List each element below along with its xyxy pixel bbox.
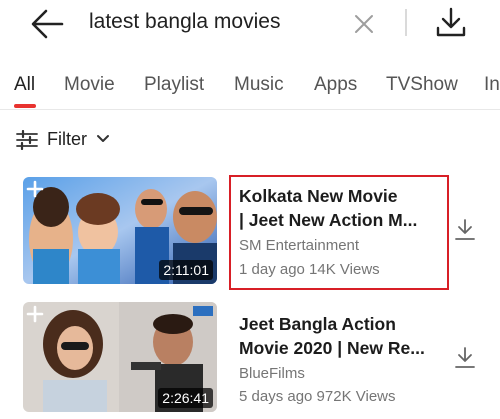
video-duration: 2:26:41 bbox=[158, 388, 213, 408]
tab-in[interactable]: In bbox=[484, 74, 500, 96]
filter-label: Filter bbox=[47, 129, 87, 149]
search-query-text[interactable]: latest bangla movies bbox=[89, 10, 280, 34]
tab-playlist[interactable]: Playlist bbox=[144, 74, 204, 96]
download-icon[interactable] bbox=[453, 346, 477, 370]
tab-music[interactable]: Music bbox=[234, 74, 284, 96]
tab-tvshow[interactable]: TVShow bbox=[386, 74, 458, 96]
video-thumbnail[interactable]: 2:11:01 bbox=[23, 177, 217, 284]
search-bar: latest bangla movies bbox=[0, 0, 500, 52]
downloads-icon[interactable] bbox=[434, 6, 468, 40]
add-to-playlist-icon[interactable] bbox=[25, 304, 45, 324]
video-title-line-2: Movie 2020 | New Re... bbox=[239, 338, 425, 358]
chevron-down-icon bbox=[97, 135, 109, 142]
video-duration: 2:11:01 bbox=[159, 260, 213, 280]
video-title-line-1: Kolkata New Movie bbox=[239, 186, 398, 206]
search-divider bbox=[405, 9, 407, 36]
video-title-line-2: | Jeet New Action M... bbox=[239, 210, 418, 230]
video-title-line-1: Jeet Bangla Action bbox=[239, 314, 396, 334]
clear-search-icon[interactable] bbox=[352, 12, 376, 36]
video-meta: 1 day ago 14K Views bbox=[239, 261, 380, 278]
back-arrow-icon[interactable] bbox=[28, 6, 66, 42]
tab-apps[interactable]: Apps bbox=[314, 74, 357, 96]
tab-all[interactable]: All bbox=[14, 74, 35, 96]
add-to-playlist-icon[interactable] bbox=[25, 179, 45, 199]
download-icon[interactable] bbox=[453, 218, 477, 242]
video-meta: 5 days ago 972K Views bbox=[239, 388, 396, 405]
category-tabs: All Movie Playlist Music Apps TVShow In bbox=[0, 64, 500, 110]
video-thumbnail[interactable]: 2:26:41 bbox=[23, 302, 217, 412]
sliders-icon bbox=[16, 130, 38, 150]
channel-name[interactable]: SM Entertainment bbox=[239, 237, 359, 254]
video-title[interactable]: Kolkata New Movie | Jeet New Action M... bbox=[239, 184, 434, 232]
tab-movie[interactable]: Movie bbox=[64, 74, 115, 96]
active-tab-indicator bbox=[14, 104, 36, 108]
channel-name[interactable]: BlueFilms bbox=[239, 365, 305, 382]
video-title[interactable]: Jeet Bangla Action Movie 2020 | New Re..… bbox=[239, 312, 444, 360]
